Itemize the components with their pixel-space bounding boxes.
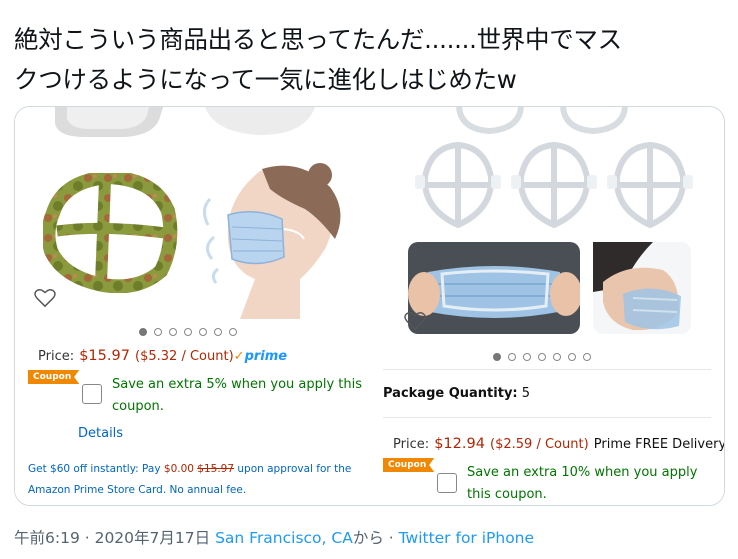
- coupon-text: Save an extra 10% when you apply this co…: [467, 462, 697, 505]
- cropped-bracket-images: [456, 107, 628, 135]
- tweet-text-line-2: クつけるようになって一気に進化しはじめたw: [14, 65, 517, 94]
- image-carousel-dots[interactable]: [493, 353, 591, 361]
- offer-line-1: Get $60 off instantly: Pay $0.00 $15.97 …: [28, 459, 351, 480]
- coupon-text-line-1: Save an extra 5% when you apply this: [112, 377, 363, 392]
- package-quantity: Package Quantity: 5: [383, 386, 530, 401]
- heart-icon[interactable]: [34, 288, 56, 308]
- carousel-dot[interactable]: [538, 353, 546, 361]
- delivery-text: Prime FREE Delivery: [593, 437, 724, 452]
- carousel-dot[interactable]: [139, 328, 147, 336]
- carousel-dot[interactable]: [523, 353, 531, 361]
- carousel-dot[interactable]: [508, 353, 516, 361]
- tweet-location[interactable]: San Francisco, CA: [215, 529, 353, 547]
- cropped-product-images: [55, 107, 315, 137]
- left-price-row: Price: $15.97 ($5.32 / Count)✓prime: [38, 345, 287, 364]
- carousel-dot[interactable]: [184, 328, 192, 336]
- coupon-badge: Coupon: [28, 370, 80, 384]
- tweet-text: 絶対こういう商品出ると思ってたんだ.......世界中でマス クつけるようになっ…: [14, 20, 726, 100]
- carousel-dot[interactable]: [154, 328, 162, 336]
- separator: [383, 417, 711, 418]
- coupon-text-line-2: coupon.: [112, 399, 164, 414]
- offer-original-price: $15.97: [197, 463, 235, 475]
- tweet-client[interactable]: Twitter for iPhone: [399, 529, 534, 547]
- coupon-text-line-2: this coupon.: [467, 487, 547, 502]
- prime-check-icon: ✓: [233, 349, 245, 364]
- carousel-dot[interactable]: [493, 353, 501, 361]
- tweet-text-line-1: 絶対こういう商品出ると思ってたんだ.......世界中でマス: [14, 25, 622, 54]
- coupon-checkbox[interactable]: [437, 473, 457, 493]
- clear-mask-brackets-image: [415, 141, 693, 229]
- left-product-screenshot: Price: $15.97 ($5.32 / Count)✓prime Coup…: [15, 107, 374, 505]
- tweet-footer: 午前6:19 · 2020年7月17日 San Francisco, CAから …: [14, 526, 534, 548]
- carousel-dot[interactable]: [214, 328, 222, 336]
- tweet-image[interactable]: Price: $15.97 ($5.32 / Count)✓prime Coup…: [14, 106, 725, 506]
- unit-price: ($2.59 / Count): [490, 437, 589, 452]
- right-product-screenshot: Package Quantity: 5 Price: $12.94 ($2.59…: [377, 107, 724, 505]
- prime-logo: prime: [244, 349, 288, 364]
- carousel-dot[interactable]: [169, 328, 177, 336]
- carousel-dot[interactable]: [583, 353, 591, 361]
- offer-text: Get $60 off instantly: Pay: [28, 463, 164, 475]
- offer-price: $0.00: [163, 463, 194, 475]
- green-mask-bracket-image: [43, 173, 178, 293]
- woman-inserting-bracket-image: [593, 242, 691, 334]
- prime-card-offer[interactable]: Get $60 off instantly: Pay $0.00 $15.97 …: [28, 459, 351, 501]
- package-quantity-value: 5: [521, 386, 531, 401]
- woman-wearing-mask-image: [203, 163, 341, 319]
- tweet-from: から ·: [352, 529, 399, 547]
- price-value: $12.94: [434, 436, 485, 452]
- price-value: $15.97: [79, 348, 130, 364]
- separator: [383, 369, 711, 370]
- price-label: Price:: [393, 437, 430, 452]
- tweet-timestamp[interactable]: 午前6:19 · 2020年7月17日: [14, 529, 210, 547]
- right-price-row: Price: $12.94 ($2.59 / Count) Prime FREE…: [393, 433, 724, 452]
- carousel-dot[interactable]: [199, 328, 207, 336]
- coupon-checkbox[interactable]: [82, 384, 102, 404]
- details-link[interactable]: Details: [78, 426, 123, 441]
- heart-icon[interactable]: [404, 311, 426, 331]
- offer-line-2: Amazon Prime Store Card. No annual fee.: [28, 484, 247, 496]
- coupon-text-line-1: Save an extra 10% when you apply: [467, 465, 698, 480]
- hands-holding-mask-image: [408, 242, 580, 334]
- price-label: Price:: [38, 349, 75, 364]
- carousel-dot[interactable]: [568, 353, 576, 361]
- coupon-text: Save an extra 5% when you apply this cou…: [112, 374, 362, 418]
- image-carousel-dots[interactable]: [139, 328, 237, 336]
- package-quantity-label: Package Quantity:: [383, 386, 518, 401]
- unit-price: ($5.32 / Count): [135, 349, 234, 364]
- offer-text-end: upon approval for the: [234, 463, 352, 475]
- coupon-badge: Coupon: [383, 458, 435, 472]
- carousel-dot[interactable]: [229, 328, 237, 336]
- carousel-dot[interactable]: [553, 353, 561, 361]
